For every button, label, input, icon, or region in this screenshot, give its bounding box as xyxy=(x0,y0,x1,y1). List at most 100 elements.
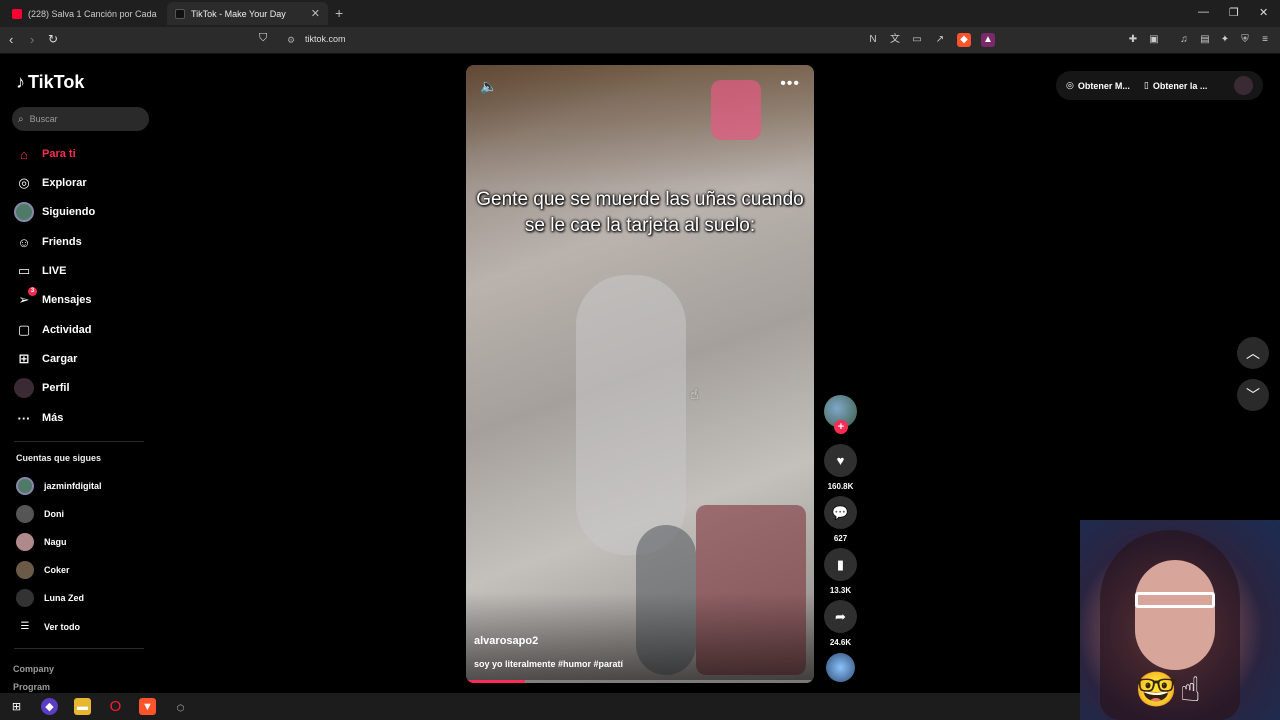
footer-link-company[interactable]: Company xyxy=(13,664,54,674)
obs-icon[interactable]: ◌ xyxy=(172,698,189,715)
minimize-button[interactable]: — xyxy=(1198,6,1209,18)
comment-icon: 💬 xyxy=(832,504,849,520)
sidebar-item-siguiendo[interactable]: Siguiendo xyxy=(14,201,95,223)
opera-icon[interactable]: O xyxy=(107,698,124,715)
upload-icon: ⊞ xyxy=(18,351,30,366)
bookmark-icon[interactable]: ⛉ xyxy=(259,32,267,45)
tab-tiktok[interactable]: TikTok - Make Your Day ✕ xyxy=(167,2,328,25)
video-description: soy yo literalmente #humor #paratí xyxy=(474,659,624,669)
get-app-label: Obtener la ... xyxy=(1152,80,1208,91)
back-icon[interactable]: ‹ xyxy=(9,32,13,47)
sidebar-item-friends[interactable]: ☺ Friends xyxy=(14,231,82,253)
video-player[interactable]: Gente que se muerde las uñas cuando se l… xyxy=(466,65,814,683)
tiktok-logo[interactable]: ♪ TikTok xyxy=(16,72,84,93)
cast-icon[interactable]: ▭ xyxy=(910,33,924,47)
reload-icon[interactable]: ↻ xyxy=(48,32,58,46)
save-count: 13.3K xyxy=(829,586,852,595)
browser-tab-bar: (228) Salva 1 Canción por Cada año TikTo… xyxy=(0,0,1280,27)
extensions-icon[interactable]: ✚ xyxy=(1126,33,1140,47)
more-options-icon[interactable]: ••• xyxy=(780,75,800,93)
following-account[interactable]: Luna Zed xyxy=(16,588,84,608)
music-icon[interactable]: ♫ xyxy=(1177,33,1191,47)
sidebar-item-perfil[interactable]: Perfil xyxy=(14,377,70,399)
search-input[interactable]: ⌕ Buscar xyxy=(12,107,149,131)
webcam-overlay: 🤓 ☝ xyxy=(1080,520,1280,720)
sidebar-item-explorar[interactable]: ◎ Explorar xyxy=(14,172,87,194)
see-all-link[interactable]: ☰ Ver todo xyxy=(16,617,81,637)
sidebar-item-mensajes[interactable]: ➢ 3 Mensajes xyxy=(14,287,92,311)
following-account[interactable]: Doni xyxy=(16,504,64,524)
tab-title: (228) Salva 1 Canción por Cada año xyxy=(28,8,158,19)
more-icon: ··· xyxy=(17,410,31,426)
brave-rewards-icon[interactable]: ▲ xyxy=(981,33,995,47)
close-tab-icon[interactable]: ✕ xyxy=(311,7,320,20)
like-button[interactable]: ♥ xyxy=(824,444,857,477)
next-video-button[interactable]: ﹀ xyxy=(1237,379,1269,411)
comment-button[interactable]: 💬 xyxy=(824,496,857,529)
sidebar-item-actividad[interactable]: ▢ Actividad xyxy=(14,319,92,341)
top-actions-bar: ◎ Obtener M... ▯ Obtener la ... xyxy=(1056,71,1263,100)
maximize-button[interactable]: ❐ xyxy=(1229,6,1239,19)
live-icon: ▭ xyxy=(17,263,31,278)
windows-start-icon[interactable]: ⊞ xyxy=(8,698,25,715)
leo-ai-icon[interactable]: ✦ xyxy=(1218,33,1232,47)
video-author[interactable]: alvarosapo2 xyxy=(474,635,538,647)
translate-off-icon[interactable]: N xyxy=(866,33,880,47)
sidebar-toggle-icon[interactable]: ▣ xyxy=(1147,33,1161,47)
footer-link-program[interactable]: Program xyxy=(13,682,50,692)
activity-icon: ▢ xyxy=(17,322,31,337)
chevron-down-icon: ﹀ xyxy=(1246,387,1260,403)
brave-shields-icon[interactable]: ◆ xyxy=(957,33,971,47)
new-tab-button[interactable]: + xyxy=(335,5,343,21)
sidebar-item-para-ti[interactable]: ⌂ Para ti xyxy=(14,143,76,165)
like-count: 160.8K xyxy=(827,482,854,491)
file-explorer-icon[interactable]: ▬ xyxy=(74,698,91,715)
compass-icon: ◎ xyxy=(18,175,30,190)
tab-title: TikTok - Make Your Day xyxy=(191,8,286,19)
save-button[interactable]: ▮ xyxy=(824,548,857,581)
following-account[interactable]: jazminfdigital xyxy=(16,476,102,496)
account-name: Doni xyxy=(44,509,64,519)
tiktok-note-icon: ♪ xyxy=(16,72,25,92)
sidebar-item-live[interactable]: ▭ LIVE xyxy=(14,260,67,282)
friends-icon: ☺ xyxy=(17,234,31,250)
follow-plus-icon[interactable]: + xyxy=(834,420,848,434)
close-window-button[interactable]: ✕ xyxy=(1259,6,1268,19)
search-placeholder: Buscar xyxy=(29,114,58,124)
account-avatar xyxy=(16,505,34,523)
share-button[interactable]: ➦ xyxy=(824,600,857,633)
os-taskbar: ⊞ ◆ ▬ O ▼ ◌ xyxy=(0,693,1080,720)
menu-icon[interactable]: ≡ xyxy=(1258,33,1272,47)
tab-youtube[interactable]: (228) Salva 1 Canción por Cada año xyxy=(4,2,166,25)
sidebar-item-label: Mensajes xyxy=(42,294,92,306)
sidebar-item-label: Cargar xyxy=(42,353,78,365)
vpn-icon[interactable]: ⛨ xyxy=(1238,33,1252,47)
sidebar-item-mas[interactable]: ··· Más xyxy=(14,407,64,429)
glasses-graphic xyxy=(1135,592,1215,608)
wallet-icon[interactable]: ▤ xyxy=(1198,33,1212,47)
forward-icon[interactable]: › xyxy=(30,32,34,47)
account-name: Coker xyxy=(44,565,70,575)
user-avatar[interactable] xyxy=(1234,76,1253,95)
video-progress-bar[interactable] xyxy=(466,680,814,683)
previous-video-button[interactable]: ︿ xyxy=(1237,337,1269,369)
music-disc-icon[interactable] xyxy=(826,653,855,682)
get-coins-button[interactable]: ◎ Obtener M... xyxy=(1066,80,1130,91)
youtube-favicon-icon xyxy=(12,8,22,19)
translate-icon[interactable]: 文 xyxy=(888,33,902,47)
following-account[interactable]: Coker xyxy=(16,560,70,580)
sidebar-divider xyxy=(14,648,144,649)
sidebar-item-label: Friends xyxy=(42,236,82,248)
sidebar-item-label: Explorar xyxy=(42,177,87,189)
share-icon[interactable]: ↗ xyxy=(933,33,947,47)
following-account[interactable]: Nagu xyxy=(16,532,67,552)
get-app-button[interactable]: ▯ Obtener la ... xyxy=(1144,80,1207,91)
app-icon[interactable]: ◆ xyxy=(41,698,58,715)
url-field[interactable]: tiktok.com xyxy=(305,34,346,44)
site-info-icon[interactable]: ⚙ xyxy=(287,35,295,46)
volume-icon[interactable]: 🔈 xyxy=(480,78,497,95)
hand-cursor-icon: ☝ xyxy=(690,386,699,402)
brave-icon[interactable]: ▼ xyxy=(139,698,156,715)
following-section-title: Cuentas que sigues xyxy=(16,453,102,463)
sidebar-item-cargar[interactable]: ⊞ Cargar xyxy=(14,348,78,370)
